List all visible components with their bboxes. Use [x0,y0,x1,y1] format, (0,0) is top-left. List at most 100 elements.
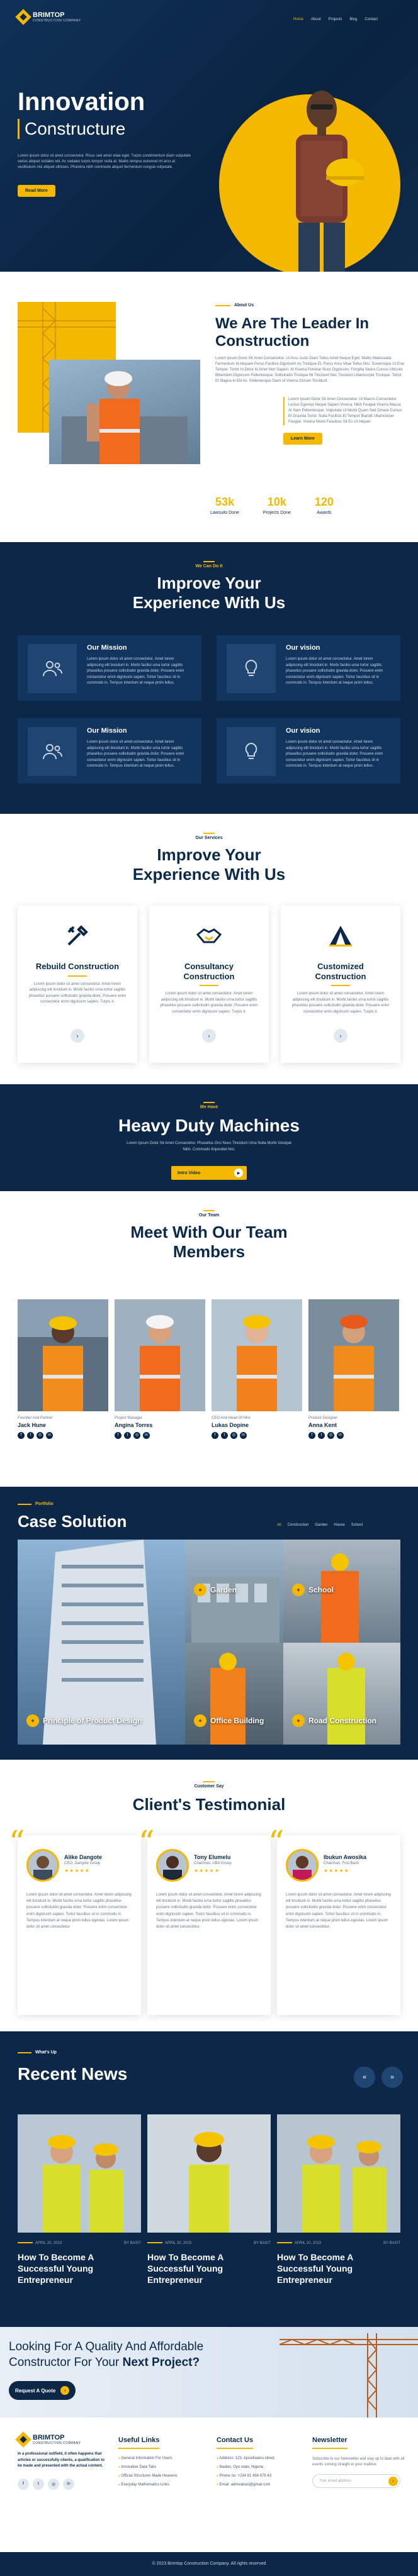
nav-home[interactable]: Home [293,18,303,21]
filter-construction[interactable]: Construction [288,1523,309,1527]
case-item[interactable]: + School [283,1540,400,1643]
read-more-button[interactable]: Read More [18,185,55,197]
facebook-icon[interactable]: f [115,1432,121,1439]
member-role: CEO And Head Of Hire [212,1416,251,1420]
avatar [156,1849,189,1882]
quote-icon: “ [138,1824,155,1860]
nav-blog[interactable]: Blog [349,18,357,21]
linkedin-icon[interactable]: in [46,1432,53,1439]
case-item[interactable]: + Garden [185,1540,283,1643]
filter-garden[interactable]: Garden [315,1523,327,1527]
service-title: Customized Construction [315,962,366,981]
footer-link[interactable]: Innovative Data Tabs [118,2465,206,2469]
request-quote-button[interactable]: Request A Quote › [9,2381,76,2400]
testimonial-card: “ Tony Elumelu Chairman, UBA Group ★★★★★… [138,1826,271,2015]
copyright: © 2023 Brimtop Construction Company. All… [0,2552,418,2576]
brand[interactable]: BRIMTOP CONSTRUCTION COMPANY [15,9,81,25]
team-member[interactable]: Project Manager Angina Torres f t ◎ in [115,1299,205,1439]
twitter-icon[interactable]: t [318,1432,325,1439]
machines-section: We Have Heavy Duty Machines Lorem Ipsum … [0,1084,418,1191]
team-member[interactable]: Product Designer Anna Kent f t ◎ in [308,1299,399,1439]
linkedin-icon[interactable]: in [63,2478,74,2490]
card-text: Lorem ipsum dolor sit amet consectetur. … [87,740,184,769]
twitter-icon[interactable]: t [221,1432,228,1439]
service-card-customized[interactable]: Customized Construction Lorem ipsum dolo… [281,906,400,1063]
send-icon[interactable]: › [388,2477,398,2486]
instagram-icon[interactable]: ◎ [48,2478,59,2490]
news-card[interactable]: APRIL 20, 2023 BY BASIT How To Become A S… [18,2114,141,2286]
facebook-icon[interactable]: f [18,2478,29,2490]
arrow-right-icon[interactable]: › [334,1029,347,1043]
quote-icon: “ [9,1824,25,1860]
filter-house[interactable]: House [334,1523,344,1527]
prev-arrow-icon[interactable]: « [354,2067,375,2088]
filter-school[interactable]: School [351,1523,363,1527]
twitter-icon[interactable]: t [33,2478,44,2490]
arrow-right-icon: › [60,2386,70,2395]
quote-icon: “ [268,1824,285,1860]
facebook-icon[interactable]: f [18,1432,25,1439]
client-company: CEO, Dangote Group [64,1862,101,1865]
instagram-icon[interactable]: ◎ [327,1432,334,1439]
email-field[interactable]: Your email address › [312,2474,400,2488]
news-author: BY BASIT [124,2241,141,2245]
case-title: School [308,1585,334,1594]
case-title: Office Building [210,1716,264,1725]
news-title: Recent News [18,2064,128,2084]
hero-worker-image [296,91,364,272]
footer-link[interactable]: Official Structures Made Heavens [118,2474,206,2478]
linkedin-icon[interactable]: in [143,1432,150,1439]
instagram-icon[interactable]: ◎ [37,1432,43,1439]
next-arrow-icon[interactable]: » [381,2067,403,2088]
intro-video-button[interactable]: Intro Video ▶ [171,1166,247,1180]
facebook-icon[interactable]: f [212,1432,218,1439]
instagram-icon[interactable]: ◎ [230,1432,237,1439]
linkedin-icon[interactable]: in [337,1432,344,1439]
footer-brand[interactable]: BRIMTOP CONSTRUCTION COMPANY [15,2431,106,2448]
news-card[interactable]: APRIL 20, 2023 BY BASIT How To Become A S… [147,2114,271,2286]
nav-about[interactable]: About [311,18,321,21]
card-text: Lorem ipsum dolor sit amet consectetur. … [286,657,383,686]
member-role: Project Manager [115,1416,143,1420]
nav-projects[interactable]: Projects [329,18,342,21]
news-card-title[interactable]: How To Become A Successful Young Entrepr… [18,2251,141,2286]
plus-icon: + [292,1714,305,1727]
facebook-icon[interactable]: f [308,1432,315,1439]
service-text: Lorem ipsum dolor sit amet consectetur. … [160,992,258,1014]
about-text-1: Lorem Ipsum Dolor Sit Amet Consectetur. … [215,357,404,384]
instagram-icon[interactable]: ◎ [133,1432,140,1439]
news-card[interactable]: APRIL 20, 2023 BY BASIT How To Become A S… [277,2114,400,2286]
hero-section: BRIMTOP CONSTRUCTION COMPANY Home About … [0,0,418,272]
arrow-right-icon[interactable]: › [71,1029,84,1043]
case-item[interactable]: + Office Building [185,1643,283,1745]
case-item[interactable]: + Road Construction [283,1643,400,1745]
footer-link[interactable]: General Information For Users [118,2457,206,2460]
filter-all[interactable]: All [277,1523,281,1527]
portfolio-section: Portfolio Case Solution All Construction… [0,1487,418,1760]
case-item[interactable]: + Principle of Product Design [18,1540,185,1745]
twitter-icon[interactable]: t [27,1432,34,1439]
portfolio-title: Case Solution [18,1512,127,1531]
play-icon: ▶ [234,1169,243,1177]
team-member[interactable]: CEO And Head Of Hire Lukas Dopine f t ◎ in [212,1299,302,1439]
contact-phone[interactable]: Phone no: +234 81 456 678 43 [217,2474,305,2478]
twitter-icon[interactable]: t [124,1432,131,1439]
case-title: Principle of Product Design [43,1716,142,1725]
footer-link[interactable]: Everyday Mathematics Links [118,2483,206,2487]
news-card-title[interactable]: How To Become A Successful Young Entrepr… [277,2251,400,2286]
mission-section: We Can Do It Improve Your Experience Wit… [0,542,418,814]
contact-email[interactable]: Email: admeabasi@gmail.com [217,2483,305,2487]
client-name: Tony Elumelu [194,1854,231,1860]
contact-title: Contact Us [217,2436,254,2449]
nav-contact[interactable]: Contact [364,18,378,21]
service-card-rebuild[interactable]: Rebuild Construction Lorem ipsum dolor s… [18,906,137,1063]
testimonial-label: Customer Say [0,1760,418,1789]
news-card-title[interactable]: How To Become A Successful Young Entrepr… [147,2251,271,2286]
users-icon [28,644,77,693]
card-text: Lorem ipsum dolor sit amet consectetur. … [286,740,383,769]
service-card-consultancy[interactable]: Consultancy Construction Lorem ipsum dol… [149,906,269,1063]
team-member[interactable]: Founder And Partner Jack Hune f t ◎ in [18,1299,108,1439]
arrow-right-icon[interactable]: › [202,1029,216,1043]
learn-more-button[interactable]: Learn More [283,433,322,445]
linkedin-icon[interactable]: in [240,1432,247,1439]
